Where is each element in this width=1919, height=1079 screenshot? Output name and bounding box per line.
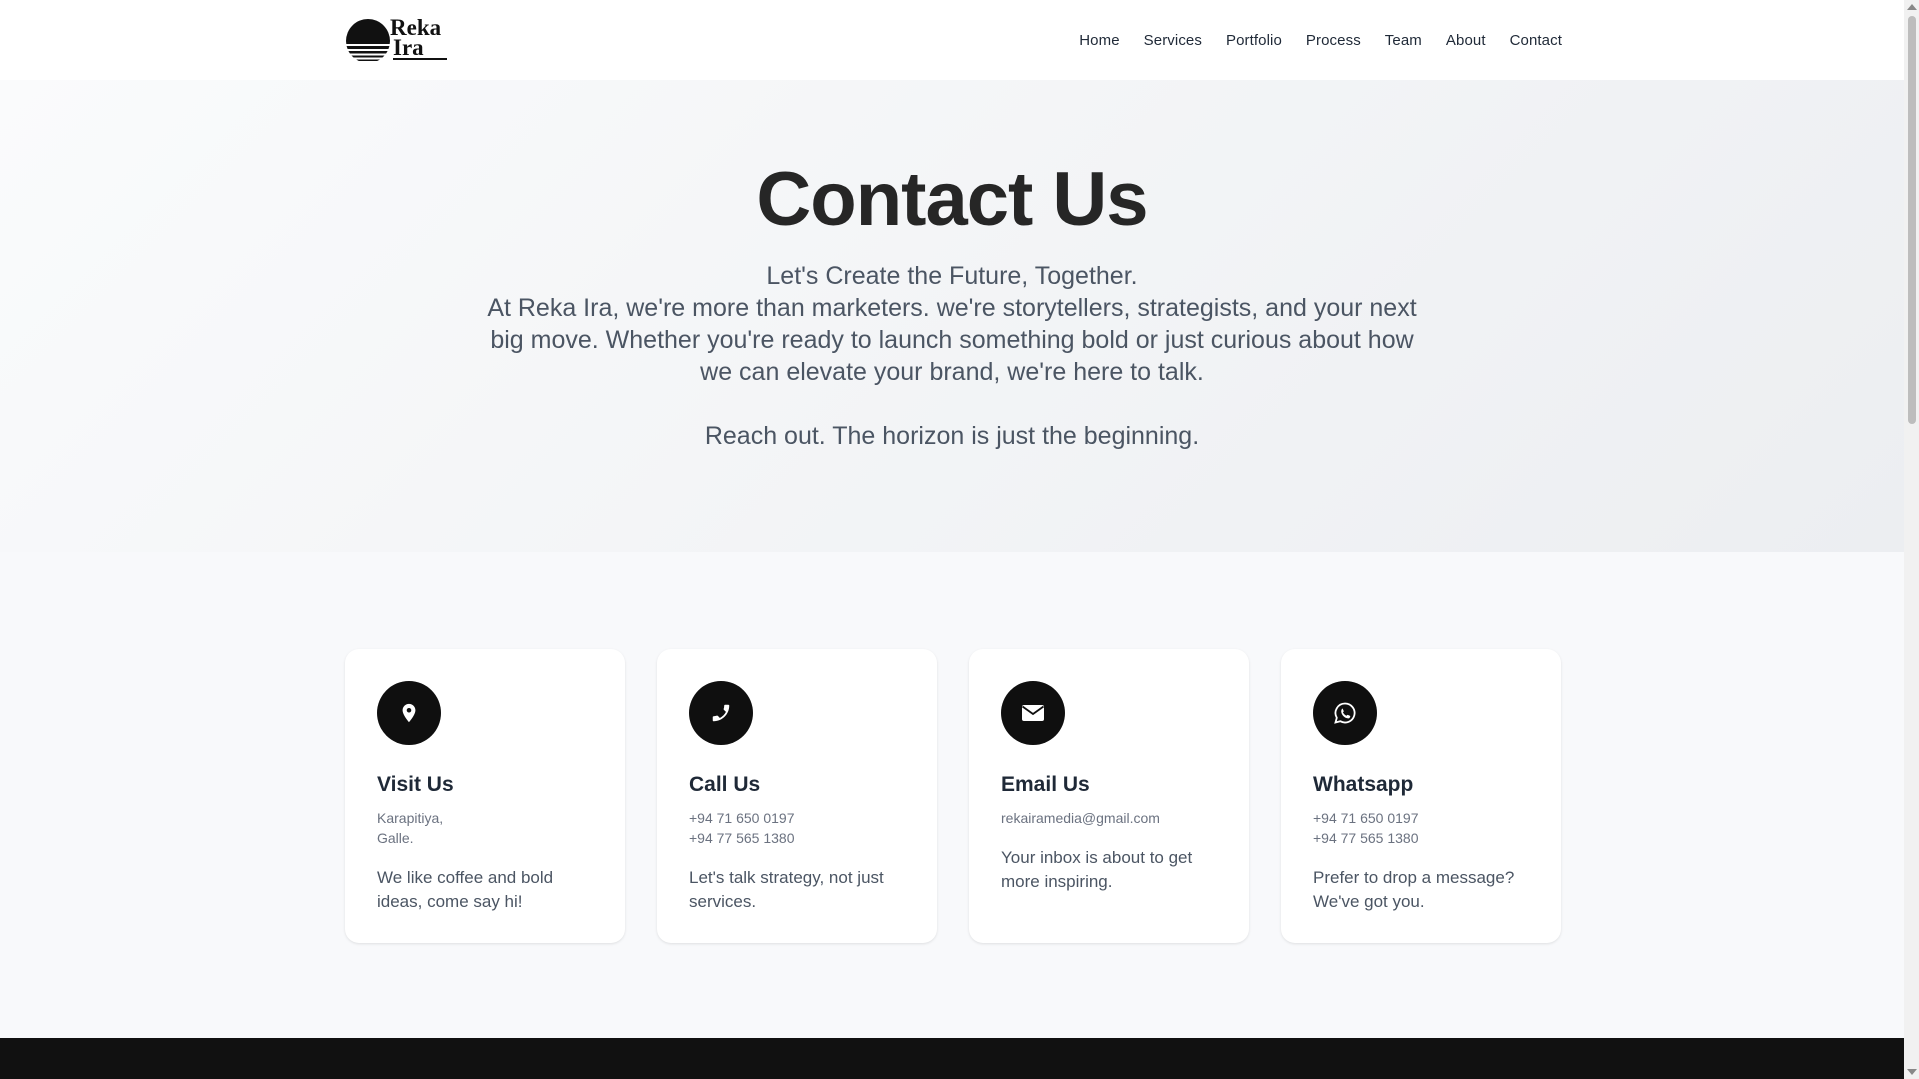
scroll-up-icon[interactable] — [1907, 4, 1917, 10]
address-line: Galle. — [377, 830, 414, 846]
nav-portfolio[interactable]: Portfolio — [1226, 32, 1282, 49]
site-header: Reka Ira Home Services Portfolio Process… — [0, 0, 1904, 80]
brand-underline — [393, 58, 447, 60]
nav-services[interactable]: Services — [1144, 32, 1202, 49]
contact-cards: Visit Us Karapitiya, Galle. We like coff… — [345, 649, 1561, 943]
hero-tagline: Let's Create the Future, Together. — [766, 262, 1138, 290]
scroll-down-icon[interactable] — [1907, 1069, 1917, 1075]
card-description: Your inbox is about to get more inspirin… — [1001, 848, 1193, 891]
whatsapp-glyph — [1334, 702, 1356, 724]
hero-closing: Reach out. The horizon is just the begin… — [704, 422, 1200, 450]
hero-intro: Let's Create the Future, Together. At Re… — [480, 260, 1424, 452]
email-link[interactable]: rekairamedia@gmail.com — [1001, 810, 1160, 826]
nav-home[interactable]: Home — [1079, 32, 1119, 49]
contact-card-whatsapp: Whatsapp +94 71 650 0197 +94 77 565 1380… — [1281, 649, 1561, 943]
card-address: Karapitiya, Galle. — [377, 808, 593, 848]
envelope-icon[interactable] — [1001, 681, 1065, 745]
nav-team[interactable]: Team — [1385, 32, 1422, 49]
address-line: Karapitiya, — [377, 810, 444, 826]
contact-card-visit: Visit Us Karapitiya, Galle. We like coff… — [345, 649, 625, 943]
envelope-glyph — [1021, 705, 1045, 721]
card-title: Visit Us — [377, 773, 454, 796]
page: Reka Ira Home Services Portfolio Process… — [0, 0, 1904, 1079]
whatsapp-link[interactable]: +94 77 565 1380 — [1313, 830, 1419, 846]
site-footer — [0, 1038, 1904, 1079]
sunset-stripes-icon — [346, 19, 390, 61]
brand-name: Reka Ira — [390, 16, 441, 60]
phone-link[interactable]: +94 71 650 0197 — [689, 810, 795, 826]
contact-card-call: Call Us +94 71 650 0197 +94 77 565 1380 … — [657, 649, 937, 943]
card-email: rekairamedia@gmail.com — [1001, 808, 1217, 828]
map-pin-glyph — [402, 703, 416, 723]
nav-contact[interactable]: Contact — [1510, 32, 1562, 49]
nav-about[interactable]: About — [1446, 32, 1486, 49]
page-scrollbar[interactable] — [1904, 0, 1919, 1079]
card-title: Whatsapp — [1313, 773, 1414, 796]
card-description: Prefer to drop a message? We've got you. — [1313, 868, 1515, 911]
hero-section: Contact Us Let's Create the Future, Toge… — [0, 80, 1904, 552]
phone-link[interactable]: +94 77 565 1380 — [689, 830, 795, 846]
nav-process[interactable]: Process — [1306, 32, 1361, 49]
hero-body: At Reka Ira, we're more than marketers. … — [487, 294, 1417, 386]
whatsapp-link[interactable]: +94 71 650 0197 — [1313, 810, 1419, 826]
main-nav: Home Services Portfolio Process Team Abo… — [1079, 0, 1562, 80]
card-description: We like coffee and bold ideas, come say … — [377, 868, 554, 911]
phone-glyph — [712, 704, 730, 722]
brand-name-line-2: Ira — [393, 35, 424, 60]
page-title: Contact Us — [756, 157, 1148, 242]
card-whatsapp-numbers: +94 71 650 0197 +94 77 565 1380 — [1313, 808, 1529, 848]
brand-logo[interactable]: Reka Ira — [345, 16, 449, 64]
card-description: Let's talk strategy, not just services. — [689, 868, 884, 911]
map-pin-icon[interactable] — [377, 681, 441, 745]
card-title: Email Us — [1001, 773, 1090, 796]
card-title: Call Us — [689, 773, 761, 796]
contact-card-email: Email Us rekairamedia@gmail.com Your inb… — [969, 649, 1249, 943]
card-phone-numbers: +94 71 650 0197 +94 77 565 1380 — [689, 808, 905, 848]
whatsapp-icon[interactable] — [1313, 681, 1377, 745]
phone-icon[interactable] — [689, 681, 753, 745]
scroll-thumb[interactable] — [1908, 16, 1916, 424]
